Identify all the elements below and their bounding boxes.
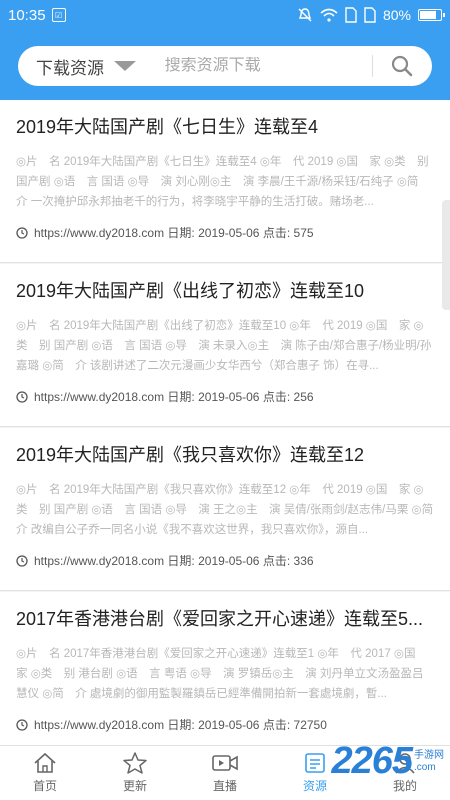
item-date-label: 日期: bbox=[167, 718, 195, 732]
home-icon bbox=[34, 752, 56, 773]
clock-icon bbox=[16, 390, 28, 403]
watermark-suffix: .com bbox=[414, 761, 436, 773]
sim-icon-2 bbox=[364, 7, 376, 23]
item-meta: https://www.dy2018.com 日期: 2019-05-06 点击… bbox=[16, 388, 434, 405]
item-title: 2019年大陆国产剧《出线了初恋》连载至10 bbox=[16, 281, 365, 301]
tab-label: 首页 bbox=[32, 779, 57, 793]
clock-icon bbox=[16, 554, 28, 567]
clock-icon bbox=[16, 226, 28, 239]
watermark-side: 手游网 .com bbox=[414, 750, 444, 774]
item-title: 2017年香港港台剧《爱回家之开心速递》连载至5... bbox=[16, 609, 424, 629]
wifi-icon bbox=[320, 8, 338, 22]
resource-icon bbox=[305, 753, 325, 773]
item-description: ◎片 名 2019年大陆国产剧《我只喜欢你》连载至12 ◎年 代 2019 ◎国… bbox=[16, 484, 434, 536]
item-description: ◎片 名 2019年大陆国产剧《七日生》连载至4 ◎年 代 2019 ◎国 家 … bbox=[16, 156, 430, 208]
list-item[interactable]: 2019年大陆国产剧《我只喜欢你》连载至12 ◎片 名 2019年大陆国产剧《我… bbox=[0, 428, 450, 591]
tab-live[interactable]: 直播 bbox=[180, 746, 270, 800]
item-clicks-label: 点击: bbox=[262, 390, 291, 404]
item-url: https://www.dy2018.com bbox=[34, 389, 165, 404]
item-date: 2019-05-06 bbox=[198, 225, 260, 240]
item-date: 2019-05-06 bbox=[198, 553, 260, 568]
item-url: https://www.dy2018.com bbox=[34, 225, 165, 240]
dropdown-icon bbox=[114, 61, 136, 71]
tab-label: 资源 bbox=[302, 779, 327, 793]
item-clicks: 575 bbox=[293, 225, 314, 240]
item-description: ◎片 名 2019年大陆国产剧《出线了初恋》连载至10 ◎年 代 2019 ◎国… bbox=[16, 320, 432, 372]
item-date: 2019-05-06 bbox=[198, 717, 260, 732]
watermark-number: 2265 bbox=[331, 740, 413, 782]
item-clicks-label: 点击: bbox=[262, 554, 291, 568]
item-clicks-label: 点击: bbox=[262, 718, 291, 732]
item-clicks: 256 bbox=[293, 389, 314, 404]
item-date-label: 日期: bbox=[167, 554, 195, 568]
item-url: https://www.dy2018.com bbox=[34, 717, 165, 732]
tab-home[interactable]: 首页 bbox=[0, 746, 90, 800]
mute-icon bbox=[298, 8, 312, 22]
side-handle[interactable] bbox=[442, 200, 450, 310]
search-scope-dropdown[interactable]: 下载资源 bbox=[18, 54, 165, 79]
search-scope-label: 下载资源 bbox=[36, 58, 104, 78]
search-input[interactable] bbox=[164, 57, 372, 75]
status-bar: 10:35 ☑ 80% bbox=[0, 0, 450, 30]
item-title: 2019年大陆国产剧《我只喜欢你》连载至12 bbox=[16, 445, 365, 465]
clock-icon bbox=[16, 718, 28, 731]
battery-fill bbox=[420, 11, 436, 19]
item-url: https://www.dy2018.com bbox=[34, 553, 165, 568]
item-clicks-label: 点击: bbox=[262, 226, 291, 240]
battery-icon bbox=[418, 9, 445, 21]
list-item[interactable]: 2017年香港港台剧《爱回家之开心速递》连载至5... ◎片 名 2017年香港… bbox=[0, 592, 450, 745]
item-title: 2019年大陆国产剧《七日生》连载至4 bbox=[16, 117, 319, 137]
resource-list: 2019年大陆国产剧《七日生》连载至4 ◎片 名 2019年大陆国产剧《七日生》… bbox=[0, 100, 450, 745]
status-time: 10:35 bbox=[8, 6, 46, 24]
battery-percent: 80% bbox=[382, 7, 411, 23]
item-clicks: 336 bbox=[293, 553, 314, 568]
item-meta: https://www.dy2018.com 日期: 2019-05-06 点击… bbox=[16, 552, 434, 569]
watermark-text: 手游网 bbox=[414, 749, 444, 761]
watermark-logo: 2265 手游网 .com bbox=[331, 740, 444, 783]
header: 下载资源 bbox=[0, 30, 450, 100]
video-icon bbox=[212, 755, 238, 771]
item-description: ◎片 名 2017年香港港台剧《爱回家之开心速递》连载至1 ◎年 代 2017 … bbox=[16, 648, 427, 700]
list-item[interactable]: 2019年大陆国产剧《七日生》连载至4 ◎片 名 2019年大陆国产剧《七日生》… bbox=[0, 100, 450, 263]
item-clicks: 72750 bbox=[293, 717, 327, 732]
search-bar: 下载资源 bbox=[18, 46, 432, 86]
sim-icon bbox=[345, 7, 357, 23]
tab-updates[interactable]: 更新 bbox=[90, 746, 180, 800]
item-date: 2019-05-06 bbox=[198, 389, 260, 404]
star-icon bbox=[123, 752, 147, 774]
search-icon bbox=[392, 55, 413, 77]
list-item[interactable]: 2019年大陆国产剧《出线了初恋》连载至10 ◎片 名 2019年大陆国产剧《出… bbox=[0, 264, 450, 427]
item-date-label: 日期: bbox=[167, 226, 195, 240]
tab-label: 更新 bbox=[122, 779, 147, 793]
search-button[interactable] bbox=[373, 46, 432, 86]
item-meta: https://www.dy2018.com 日期: 2019-05-06 点击… bbox=[16, 224, 434, 241]
tab-label: 直播 bbox=[212, 779, 237, 793]
item-meta: https://www.dy2018.com 日期: 2019-05-06 点击… bbox=[16, 716, 434, 733]
notification-icon: ☑ bbox=[51, 8, 66, 22]
item-date-label: 日期: bbox=[167, 390, 195, 404]
